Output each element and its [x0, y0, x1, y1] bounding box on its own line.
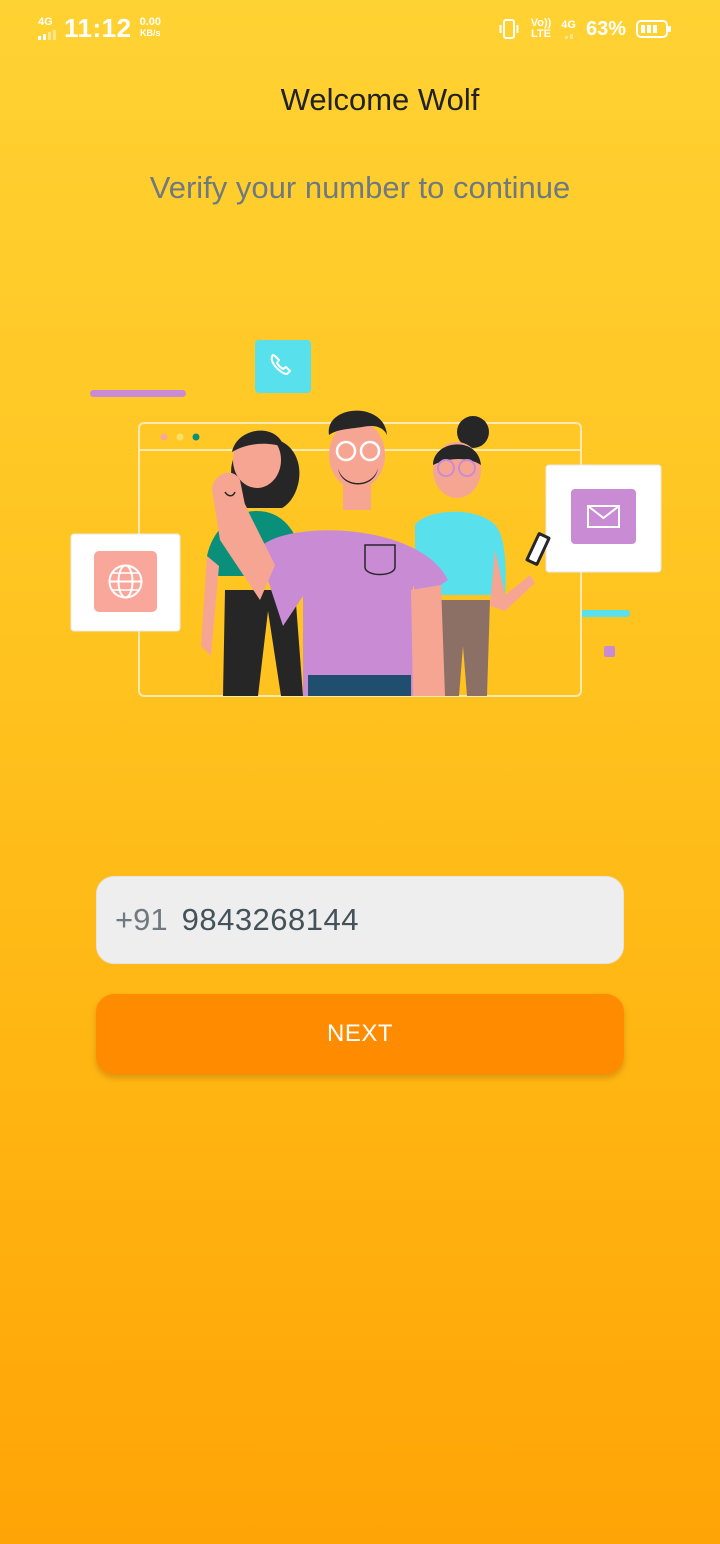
- signal-icon: [38, 29, 56, 40]
- volte-indicator: Vo)) LTE: [531, 18, 552, 40]
- network-indicator-right: 4G: [561, 18, 576, 39]
- country-code[interactable]: +91: [115, 902, 168, 938]
- vibrate-icon: [499, 19, 519, 39]
- network-speed: 0.00 KB/s: [140, 17, 161, 39]
- globe-icon: [70, 533, 181, 632]
- mail-icon: [545, 464, 662, 573]
- signal-right-icon: [564, 33, 573, 39]
- status-bar: 4G 11:12 0.00 KB/s Vo)) LTE 4G 63%: [0, 0, 720, 56]
- network-type-label: 4G: [38, 15, 53, 28]
- phone-number-input[interactable]: [181, 902, 562, 938]
- phone-number-field[interactable]: +91: [96, 876, 624, 964]
- next-button[interactable]: NEXT: [96, 994, 624, 1074]
- network-speed-unit: KB/s: [140, 28, 161, 38]
- network-indicator-left: 4G: [38, 15, 56, 40]
- battery-percent: 63%: [585, 17, 626, 40]
- verify-subtitle: Verify your number to continue: [149, 170, 571, 205]
- welcome-illustration: [70, 340, 662, 697]
- welcome-title: Welcome Wolf: [280, 82, 480, 117]
- status-left: 4G 11:12 0.00 KB/s: [38, 12, 161, 44]
- volte-bottom-label: LTE: [531, 28, 551, 40]
- battery-icon: [636, 20, 671, 38]
- decor-line-cyan: [580, 610, 630, 617]
- phone-call-icon: [255, 340, 311, 393]
- network-speed-value: 0.00: [139, 16, 161, 28]
- status-time: 11:12: [64, 12, 132, 43]
- status-right: Vo)) LTE 4G 63%: [497, 14, 672, 44]
- decor-line-purple: [90, 390, 186, 397]
- network-type-right-label: 4G: [561, 18, 576, 31]
- decor-dot: [604, 646, 615, 657]
